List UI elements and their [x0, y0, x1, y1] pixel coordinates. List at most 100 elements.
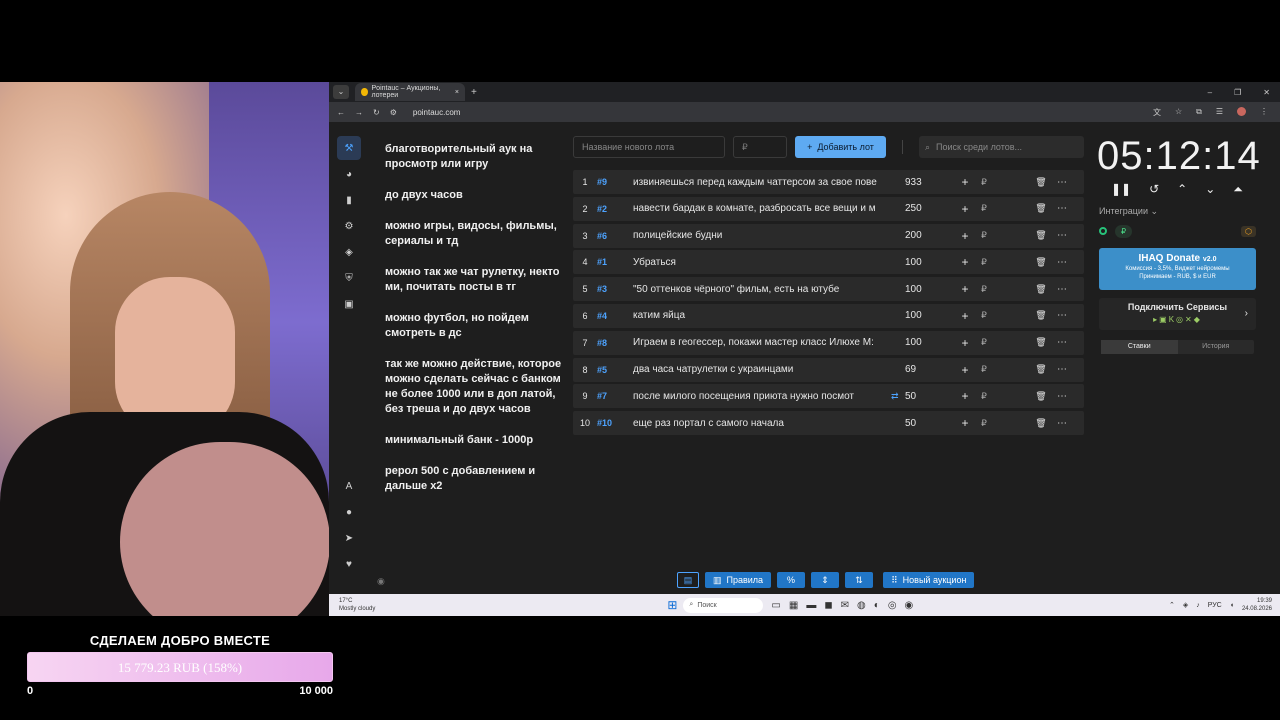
- app-icon[interactable]: ▦: [789, 600, 798, 611]
- lot-row[interactable]: 10 #10 еще раз портал с самого начала 50 + ₽ 🗑…: [573, 411, 1084, 436]
- more-icon[interactable]: ⋯: [1051, 364, 1073, 375]
- reset-icon[interactable]: ↺: [1149, 182, 1159, 197]
- menu-icon[interactable]: ⋮: [1260, 107, 1268, 118]
- site-info-icon[interactable]: ⚙: [390, 108, 397, 117]
- new-lot-input[interactable]: Название нового лота: [573, 136, 725, 158]
- rules-button[interactable]: ▥ Правила: [705, 572, 772, 588]
- app-icon[interactable]: ◼: [824, 600, 832, 611]
- lot-row[interactable]: 9 #7 после милого посещения приюта нужно п…: [573, 384, 1084, 409]
- lot-name[interactable]: навести бардак в комнате, разбросать все…: [633, 203, 891, 214]
- translate-icon[interactable]: 文: [1153, 107, 1161, 118]
- lot-name[interactable]: извиняешься перед каждым чаттерсом за св…: [633, 177, 891, 188]
- lot-name[interactable]: после милого посещения приюта нужно посм…: [633, 391, 891, 402]
- rub-icon[interactable]: ₽: [975, 418, 993, 429]
- back-icon[interactable]: ←: [337, 108, 345, 117]
- rub-icon[interactable]: ₽: [975, 310, 993, 321]
- more-icon[interactable]: ⋯: [1051, 257, 1073, 268]
- lot-name[interactable]: два часа чатрулетки с украинцами: [633, 364, 891, 375]
- add-bid-icon[interactable]: +: [955, 309, 975, 323]
- close-window-icon[interactable]: ✕: [1263, 88, 1270, 97]
- task-view-icon[interactable]: ▭: [771, 600, 780, 611]
- rub-icon[interactable]: ₽: [975, 257, 993, 268]
- more-icon[interactable]: ⋯: [1051, 337, 1073, 348]
- link-icon[interactable]: ⇄: [891, 391, 905, 402]
- add-lot-button[interactable]: + Добавить лот: [795, 136, 886, 158]
- lot-name[interactable]: Играем в геогессер, покажи мастер класс …: [633, 337, 891, 348]
- media-icon[interactable]: ▣: [337, 292, 361, 316]
- lot-row[interactable]: 8 #5 два часа чатрулетки с украинцами 69 + ₽ 🗑…: [573, 357, 1084, 382]
- forward-icon[interactable]: →: [355, 108, 363, 117]
- add-bid-icon[interactable]: +: [955, 175, 975, 189]
- rub-icon[interactable]: ₽: [975, 177, 993, 188]
- lot-name[interactable]: еще раз портал с самого начала: [633, 418, 891, 429]
- lot-row[interactable]: 6 #4 катим яйца 100 + ₽ 🗑 ⋯: [573, 303, 1084, 328]
- language-indicator[interactable]: РУС: [1208, 602, 1222, 609]
- rub-icon[interactable]: ₽: [975, 230, 993, 241]
- taskbar-search[interactable]: ⌕ Поиск: [683, 597, 764, 613]
- trash-icon[interactable]: 🗑: [1031, 337, 1051, 348]
- trash-icon[interactable]: 🗑: [1031, 203, 1051, 214]
- more-icon[interactable]: ⋯: [1051, 230, 1073, 241]
- settings-icon[interactable]: ⚙: [337, 214, 361, 238]
- rub-icon[interactable]: ₽: [975, 203, 993, 214]
- double-chevron-up-icon[interactable]: ⏶: [1233, 182, 1243, 197]
- rub-integration-icon[interactable]: ₽: [1115, 224, 1133, 238]
- new-tab-button[interactable]: +: [471, 87, 477, 98]
- more-icon[interactable]: ⋯: [1051, 391, 1073, 402]
- windows-start-icon[interactable]: ⊞: [667, 598, 677, 612]
- visibility-eye-icon[interactable]: ◉: [377, 576, 385, 587]
- weather-widget[interactable]: 17°C Mostly cloudy: [339, 597, 375, 613]
- wheel-icon[interactable]: ◕: [337, 162, 361, 186]
- tab-bets[interactable]: Ставки: [1101, 340, 1178, 354]
- chevron-down-icon[interactable]: ⌄: [1205, 182, 1215, 197]
- trash-icon[interactable]: 🗑: [1031, 177, 1051, 188]
- trash-icon[interactable]: 🗑: [1031, 418, 1051, 429]
- trash-icon[interactable]: 🗑: [1031, 364, 1051, 375]
- lot-row[interactable]: 7 #8 Играем в геогессер, покажи мастер кла…: [573, 330, 1084, 355]
- add-bid-icon[interactable]: +: [955, 389, 975, 403]
- stats-icon[interactable]: ▮: [337, 188, 361, 212]
- lot-row[interactable]: 4 #1 Убраться 100 + ₽ 🗑 ⋯: [573, 250, 1084, 275]
- reload-icon[interactable]: ↻: [373, 108, 380, 117]
- edge-icon[interactable]: ◍: [857, 600, 866, 611]
- mic-icon[interactable]: ♪: [1196, 602, 1200, 609]
- add-bid-icon[interactable]: +: [955, 336, 975, 350]
- more-icon[interactable]: ⋯: [1051, 310, 1073, 321]
- browser-tab[interactable]: Pointauc – Аукционы, лотереи ×: [355, 83, 465, 101]
- clock[interactable]: 19:39 24.08.2026: [1242, 597, 1272, 613]
- new-auction-button[interactable]: ⠿ Новый аукцион: [883, 572, 975, 588]
- extensions-icon[interactable]: ⧉: [1196, 107, 1202, 118]
- chrome-icon[interactable]: ◎: [888, 600, 897, 611]
- steam-icon[interactable]: ◐: [874, 600, 880, 611]
- obs-icon[interactable]: ◉: [905, 600, 914, 611]
- auction-gavel-icon[interactable]: ⚒: [337, 136, 361, 160]
- add-bid-icon[interactable]: +: [955, 202, 975, 216]
- lot-row[interactable]: 5 #3 "50 оттенков чёрного" фильм, есть на …: [573, 277, 1084, 302]
- lot-search-input[interactable]: ⌕ Поиск среди лотов...: [919, 136, 1084, 158]
- percent-button[interactable]: %: [777, 572, 806, 588]
- split-button[interactable]: ⇕: [811, 572, 840, 588]
- tab-search-button[interactable]: ⌄: [333, 85, 349, 99]
- shield-icon[interactable]: ⛨: [337, 266, 361, 290]
- more-icon[interactable]: ⋯: [1051, 203, 1073, 214]
- profile-avatar[interactable]: [1237, 106, 1246, 116]
- rub-icon[interactable]: ₽: [975, 337, 993, 348]
- new-lot-price-input[interactable]: ₽: [733, 136, 787, 158]
- integrations-dropdown[interactable]: Интеграции ⌄: [1099, 206, 1158, 217]
- lot-row[interactable]: 3 #6 полицейские будни 200 + ₽ 🗑 ⋯: [573, 223, 1084, 248]
- rub-icon[interactable]: ₽: [975, 391, 993, 402]
- connect-services-card[interactable]: Подключить Сервисы ▸▣K◎✕◆ ›: [1099, 298, 1256, 330]
- volume-icon[interactable]: ◖: [1230, 602, 1234, 609]
- more-icon[interactable]: ⋯: [1051, 284, 1073, 295]
- add-bid-icon[interactable]: +: [955, 363, 975, 377]
- network-icon[interactable]: ◈: [1183, 601, 1188, 609]
- lot-row[interactable]: 2 #2 навести бардак в комнате, разбросать …: [573, 196, 1084, 221]
- ihaq-donate-banner[interactable]: IHAQ Donate v2.0 Комиссия - 3,5%, Виджет…: [1099, 248, 1256, 290]
- pause-icon[interactable]: ❚❚: [1111, 182, 1131, 197]
- sidepanel-icon[interactable]: ☰: [1216, 107, 1223, 118]
- add-bid-icon[interactable]: +: [955, 282, 975, 296]
- github-icon[interactable]: ●: [337, 500, 361, 524]
- add-bid-icon[interactable]: +: [955, 255, 975, 269]
- trash-icon[interactable]: 🗑: [1031, 391, 1051, 402]
- trash-icon[interactable]: 🗑: [1031, 257, 1051, 268]
